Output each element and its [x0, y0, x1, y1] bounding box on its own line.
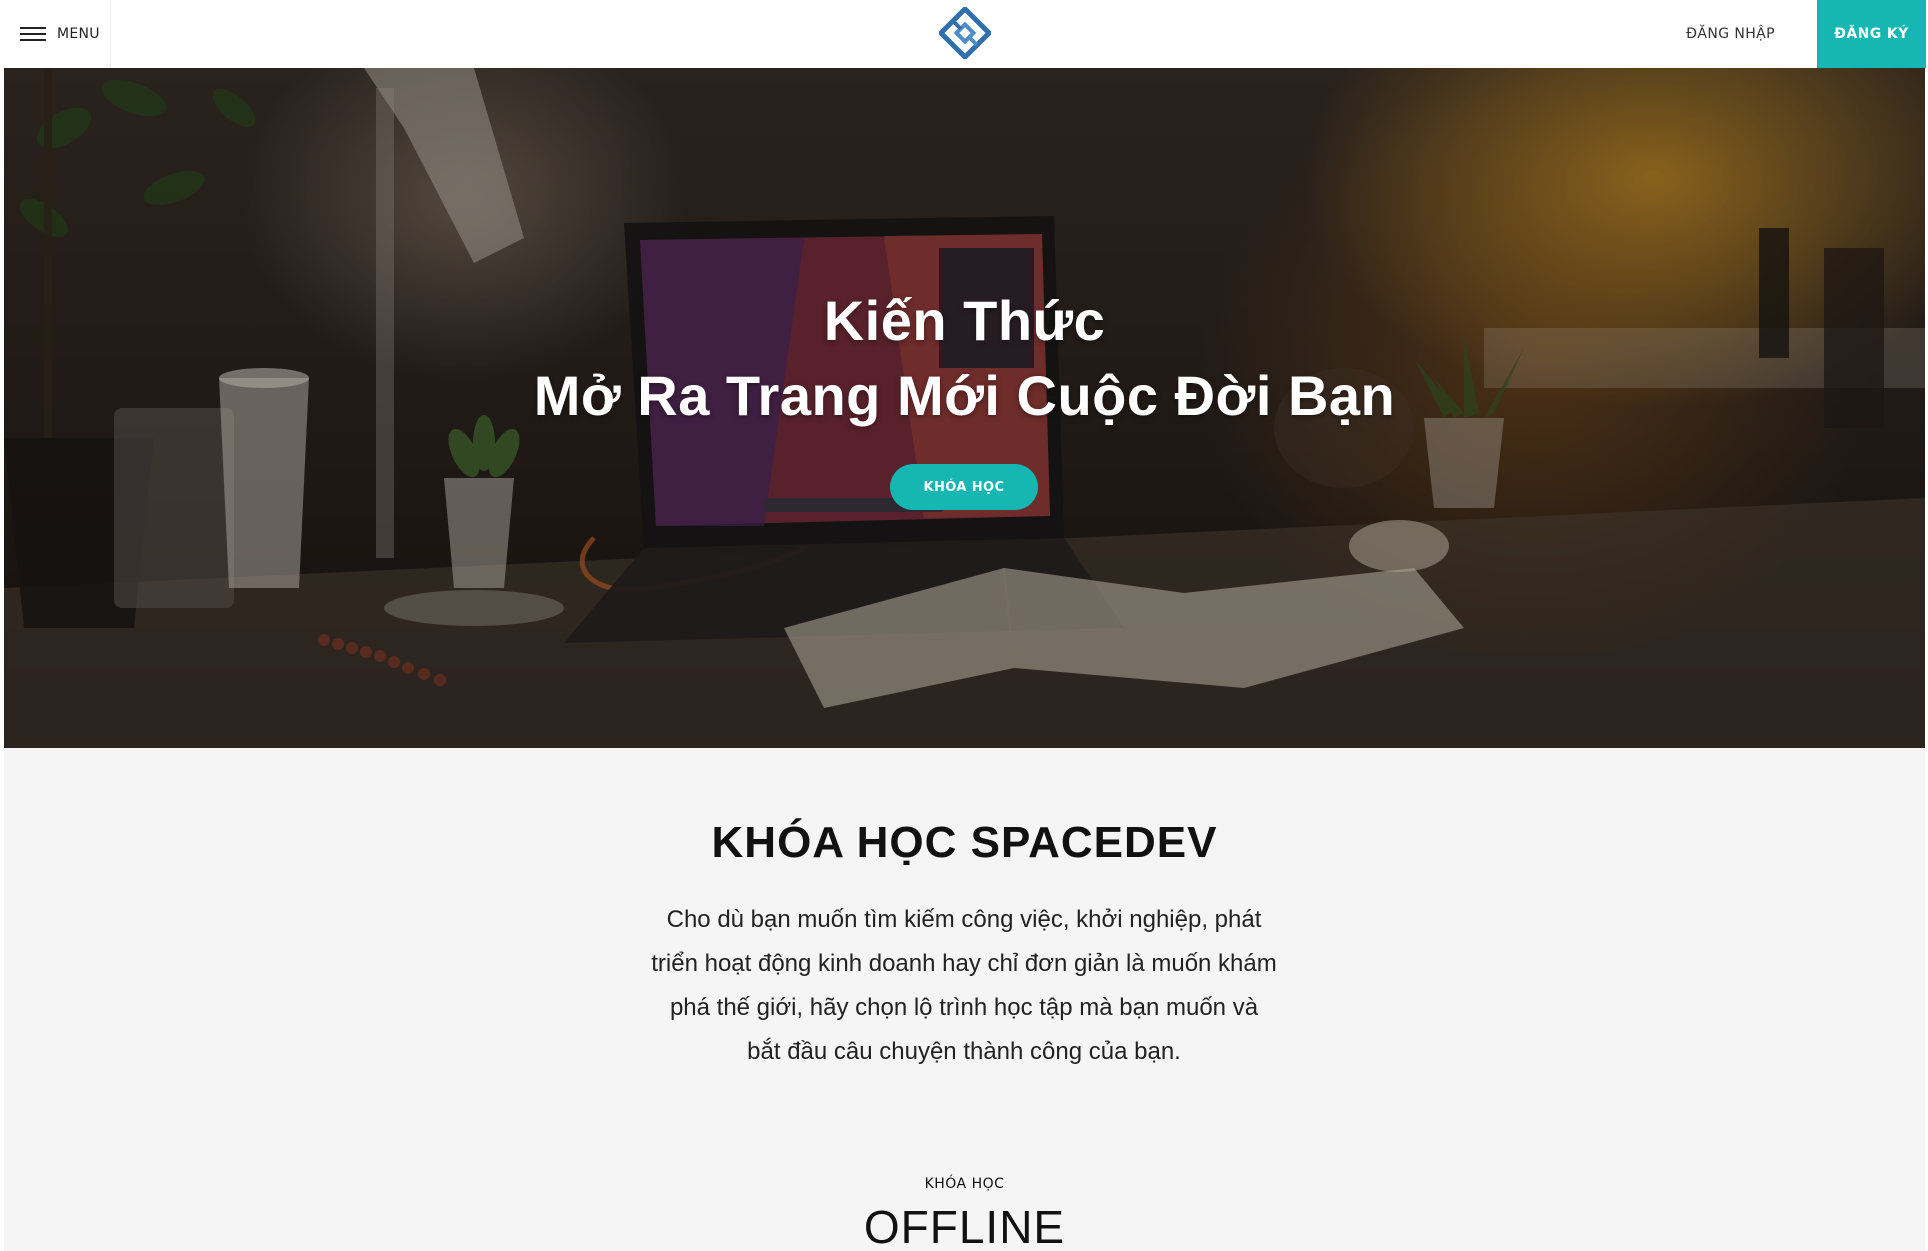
courses-cta-button[interactable]: KHÓA HỌC	[890, 464, 1038, 510]
hero-title-line1: Kiến Thức	[823, 289, 1106, 352]
login-link[interactable]: ĐĂNG NHẬP	[1664, 0, 1797, 68]
diamond-logo-icon[interactable]	[937, 5, 993, 61]
menu-label: MENU	[57, 26, 100, 42]
courses-section: KHÓA HỌC SPACEDEV Cho dù bạn muốn tìm ki…	[4, 748, 1925, 1251]
section-subtitle: OFFLINE	[863, 1201, 1066, 1251]
page: MENU ĐĂNG NHẬP ĐĂNG KÝ Kiến Thức Mở Ra T…	[0, 0, 1928, 1251]
section-eyebrow: KHÓA HỌC	[924, 1176, 1005, 1192]
description-line: bắt đầu câu chuyện thành công của bạn.	[747, 1038, 1181, 1065]
menu-button[interactable]: MENU	[0, 0, 111, 68]
hamburger-icon	[20, 27, 46, 41]
hero-banner: Kiến Thức Mở Ra Trang Mới Cuộc Đời Bạn K…	[4, 68, 1925, 748]
section-description: Cho dù bạn muốn tìm kiếm công việc, khởi…	[609, 898, 1319, 1074]
description-line: Cho dù bạn muốn tìm kiếm công việc, khởi…	[666, 906, 1262, 933]
description-line: triển hoạt động kinh doanh hay chỉ đơn g…	[651, 950, 1277, 977]
hero-title-line2: Mở Ra Trang Mới Cuộc Đời Bạn	[533, 364, 1396, 427]
signup-button[interactable]: ĐĂNG KÝ	[1817, 0, 1926, 68]
description-line: phá thế giới, hãy chọn lộ trình học tập …	[669, 994, 1259, 1021]
site-header: MENU ĐĂNG NHẬP ĐĂNG KÝ	[0, 0, 1928, 68]
section-title: KHÓA HỌC SPACEDEV	[711, 818, 1218, 867]
